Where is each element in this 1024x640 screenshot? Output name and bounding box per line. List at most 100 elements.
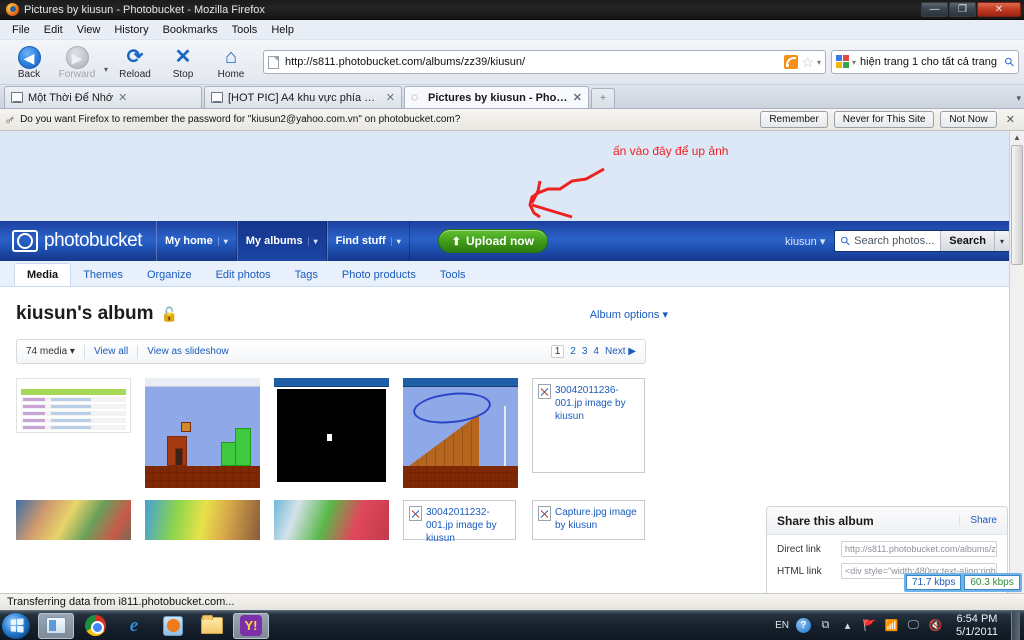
subtab-themes[interactable]: Themes [71, 264, 135, 286]
taskbar-item-chrome[interactable] [77, 613, 113, 639]
media-item-broken[interactable]: 30042011236-001.jp image by kiusun [532, 378, 647, 473]
thumbnail-photo[interactable] [274, 500, 389, 540]
subtab-organize[interactable]: Organize [135, 264, 204, 286]
tab-pictures-by-kiusun[interactable]: Pictures by kiusun - Photobucket ✕ [404, 86, 589, 108]
scrollbar-thumb[interactable] [1011, 145, 1023, 265]
reload-button[interactable]: ⟳ Reload [111, 45, 159, 80]
media-item[interactable] [16, 500, 131, 540]
search-options-dropdown-icon[interactable]: ▾ [993, 231, 1009, 251]
user-menu[interactable]: kiusun ▾ [785, 235, 825, 248]
media-item-broken[interactable]: Capture.jpg image by kiusun [532, 500, 647, 540]
media-item[interactable] [16, 378, 131, 433]
clock[interactable]: 6:54 PM 5/1/2011 [950, 613, 1004, 639]
media-item[interactable] [274, 500, 389, 540]
menu-edit[interactable]: Edit [37, 22, 70, 38]
photo-search-button[interactable]: Search [940, 231, 994, 251]
thumbnail-spreadsheet[interactable] [16, 378, 131, 433]
photobucket-logo[interactable]: photobucket [12, 230, 143, 252]
menu-file[interactable]: File [5, 22, 37, 38]
direct-link-input[interactable]: http://s811.photobucket.com/albums/zz39/ [841, 541, 997, 557]
broken-image-tile[interactable]: 30042011236-001.jp image by kiusun [532, 378, 645, 473]
start-button[interactable] [2, 612, 30, 639]
media-item[interactable] [145, 500, 260, 540]
nav-find-stuff[interactable]: Find stuff ▾ [326, 221, 410, 261]
show-hidden-icons-arrow-icon[interactable]: ▴ [840, 618, 855, 633]
help-icon[interactable]: ? [795, 618, 811, 633]
view-all-link[interactable]: View all [94, 346, 128, 357]
thumbnail-photo[interactable] [145, 500, 260, 540]
network-error-icon[interactable]: 📶 [884, 618, 899, 633]
menu-bookmarks[interactable]: Bookmarks [156, 22, 225, 38]
never-for-this-site-button[interactable]: Never for This Site [833, 111, 935, 128]
tab-close-icon[interactable]: ✕ [386, 91, 395, 104]
search-input[interactable]: hiện trang 1 cho tất cả trang [856, 56, 1005, 68]
page-scrollbar[interactable]: ▲ [1009, 131, 1024, 594]
album-options-dropdown[interactable]: Album options ▾ [590, 308, 668, 321]
home-button[interactable]: ⌂ Home [207, 45, 255, 80]
page-1-button[interactable]: 1 [550, 345, 565, 358]
subtab-tags[interactable]: Tags [283, 264, 330, 286]
address-dropdown-icon[interactable]: ▾ [817, 58, 821, 67]
next-page-button[interactable]: Next ▶ [605, 346, 636, 357]
not-now-button[interactable]: Not Now [940, 111, 997, 128]
taskbar-item-yahoo-messenger[interactable]: Y! [233, 612, 269, 639]
menu-history[interactable]: History [107, 22, 155, 38]
tab-mot-thoi-de-nho[interactable]: Một Thời Để Nhớ ✕ [4, 86, 202, 108]
taskbar-item-internet-explorer[interactable]: e [116, 613, 152, 639]
broken-image-tile[interactable]: Capture.jpg image by kiusun [532, 500, 645, 540]
thumbnail-mario-level[interactable] [145, 378, 260, 488]
monitor-icon[interactable]: 🖵 [906, 618, 921, 633]
page-4-button[interactable]: 4 [593, 346, 599, 357]
thumbnail-mario-pyramid[interactable] [403, 378, 518, 488]
menu-tools[interactable]: Tools [225, 22, 265, 38]
view-slideshow-link[interactable]: View as slideshow [147, 346, 229, 357]
tray-overflow-icon[interactable]: ⧉ [818, 618, 833, 633]
chevron-down-icon[interactable]: ▾ [307, 236, 318, 246]
language-indicator[interactable]: EN [775, 620, 789, 631]
photo-search[interactable]: ⚲ Search photos... Search ▾ [834, 230, 1010, 252]
taskbar-item-file-explorer[interactable] [194, 613, 230, 639]
maximize-button[interactable]: ❐ [949, 2, 976, 17]
thumbnail-photo[interactable] [16, 500, 131, 540]
page-3-button[interactable]: 3 [582, 346, 588, 357]
media-item[interactable] [274, 378, 389, 488]
subtab-edit-photos[interactable]: Edit photos [204, 264, 283, 286]
history-dropdown-icon[interactable]: ▾ [101, 51, 111, 74]
dismiss-notification-icon[interactable]: ✕ [1003, 113, 1018, 126]
media-count-dropdown[interactable]: 74 media ▾ [26, 346, 75, 357]
page-2-button[interactable]: 2 [570, 346, 576, 357]
menu-view[interactable]: View [70, 22, 108, 38]
new-tab-button[interactable]: + [591, 88, 615, 108]
photo-search-input[interactable]: ⚲ Search photos... [835, 233, 940, 249]
search-bar[interactable]: ▾ hiện trang 1 cho tất cả trang ⚲ [831, 50, 1019, 74]
media-item[interactable] [145, 378, 260, 488]
tab-hot-pic[interactable]: [HOT PIC] A4 khu vực phía nam - P... ✕ [204, 86, 402, 108]
chevron-down-icon[interactable]: ▾ [390, 236, 401, 246]
tab-close-icon[interactable]: ✕ [118, 91, 127, 104]
nav-my-albums[interactable]: My albums ▾ [236, 221, 327, 261]
thumbnail-black-screen[interactable] [274, 378, 389, 488]
subtab-tools[interactable]: Tools [428, 264, 478, 286]
broken-image-tile[interactable]: 30042011232-001.jp image by kiusun [403, 500, 516, 544]
show-desktop-button[interactable] [1011, 611, 1020, 640]
minimize-button[interactable]: — [921, 2, 948, 17]
scroll-up-arrow-icon[interactable]: ▲ [1010, 131, 1024, 145]
share-button[interactable]: Share [959, 515, 997, 526]
subtab-media[interactable]: Media [14, 263, 72, 286]
tab-list-dropdown-icon[interactable]: ▾ [1016, 93, 1021, 104]
taskbar-item-firefox-window[interactable] [38, 612, 74, 639]
close-button[interactable]: ✕ [977, 2, 1021, 17]
remember-password-button[interactable]: Remember [760, 111, 828, 128]
subtab-photo-products[interactable]: Photo products [330, 264, 428, 286]
menu-help[interactable]: Help [264, 22, 301, 38]
volume-muted-icon[interactable]: 🔇 [928, 618, 943, 633]
address-bar[interactable]: http://s811.photobucket.com/albums/zz39/… [263, 50, 826, 74]
tab-close-icon[interactable]: ✕ [573, 91, 582, 104]
rss-feed-icon[interactable] [784, 55, 799, 69]
nav-my-home[interactable]: My home ▾ [156, 221, 237, 261]
chevron-down-icon[interactable]: ▾ [217, 236, 228, 246]
forward-button[interactable]: ▶ Forward [53, 45, 101, 80]
media-item-broken[interactable]: 30042011232-001.jp image by kiusun [403, 500, 518, 544]
network-disconnected-icon[interactable]: 🚩 [862, 618, 877, 633]
taskbar-item-media-player[interactable] [155, 613, 191, 639]
